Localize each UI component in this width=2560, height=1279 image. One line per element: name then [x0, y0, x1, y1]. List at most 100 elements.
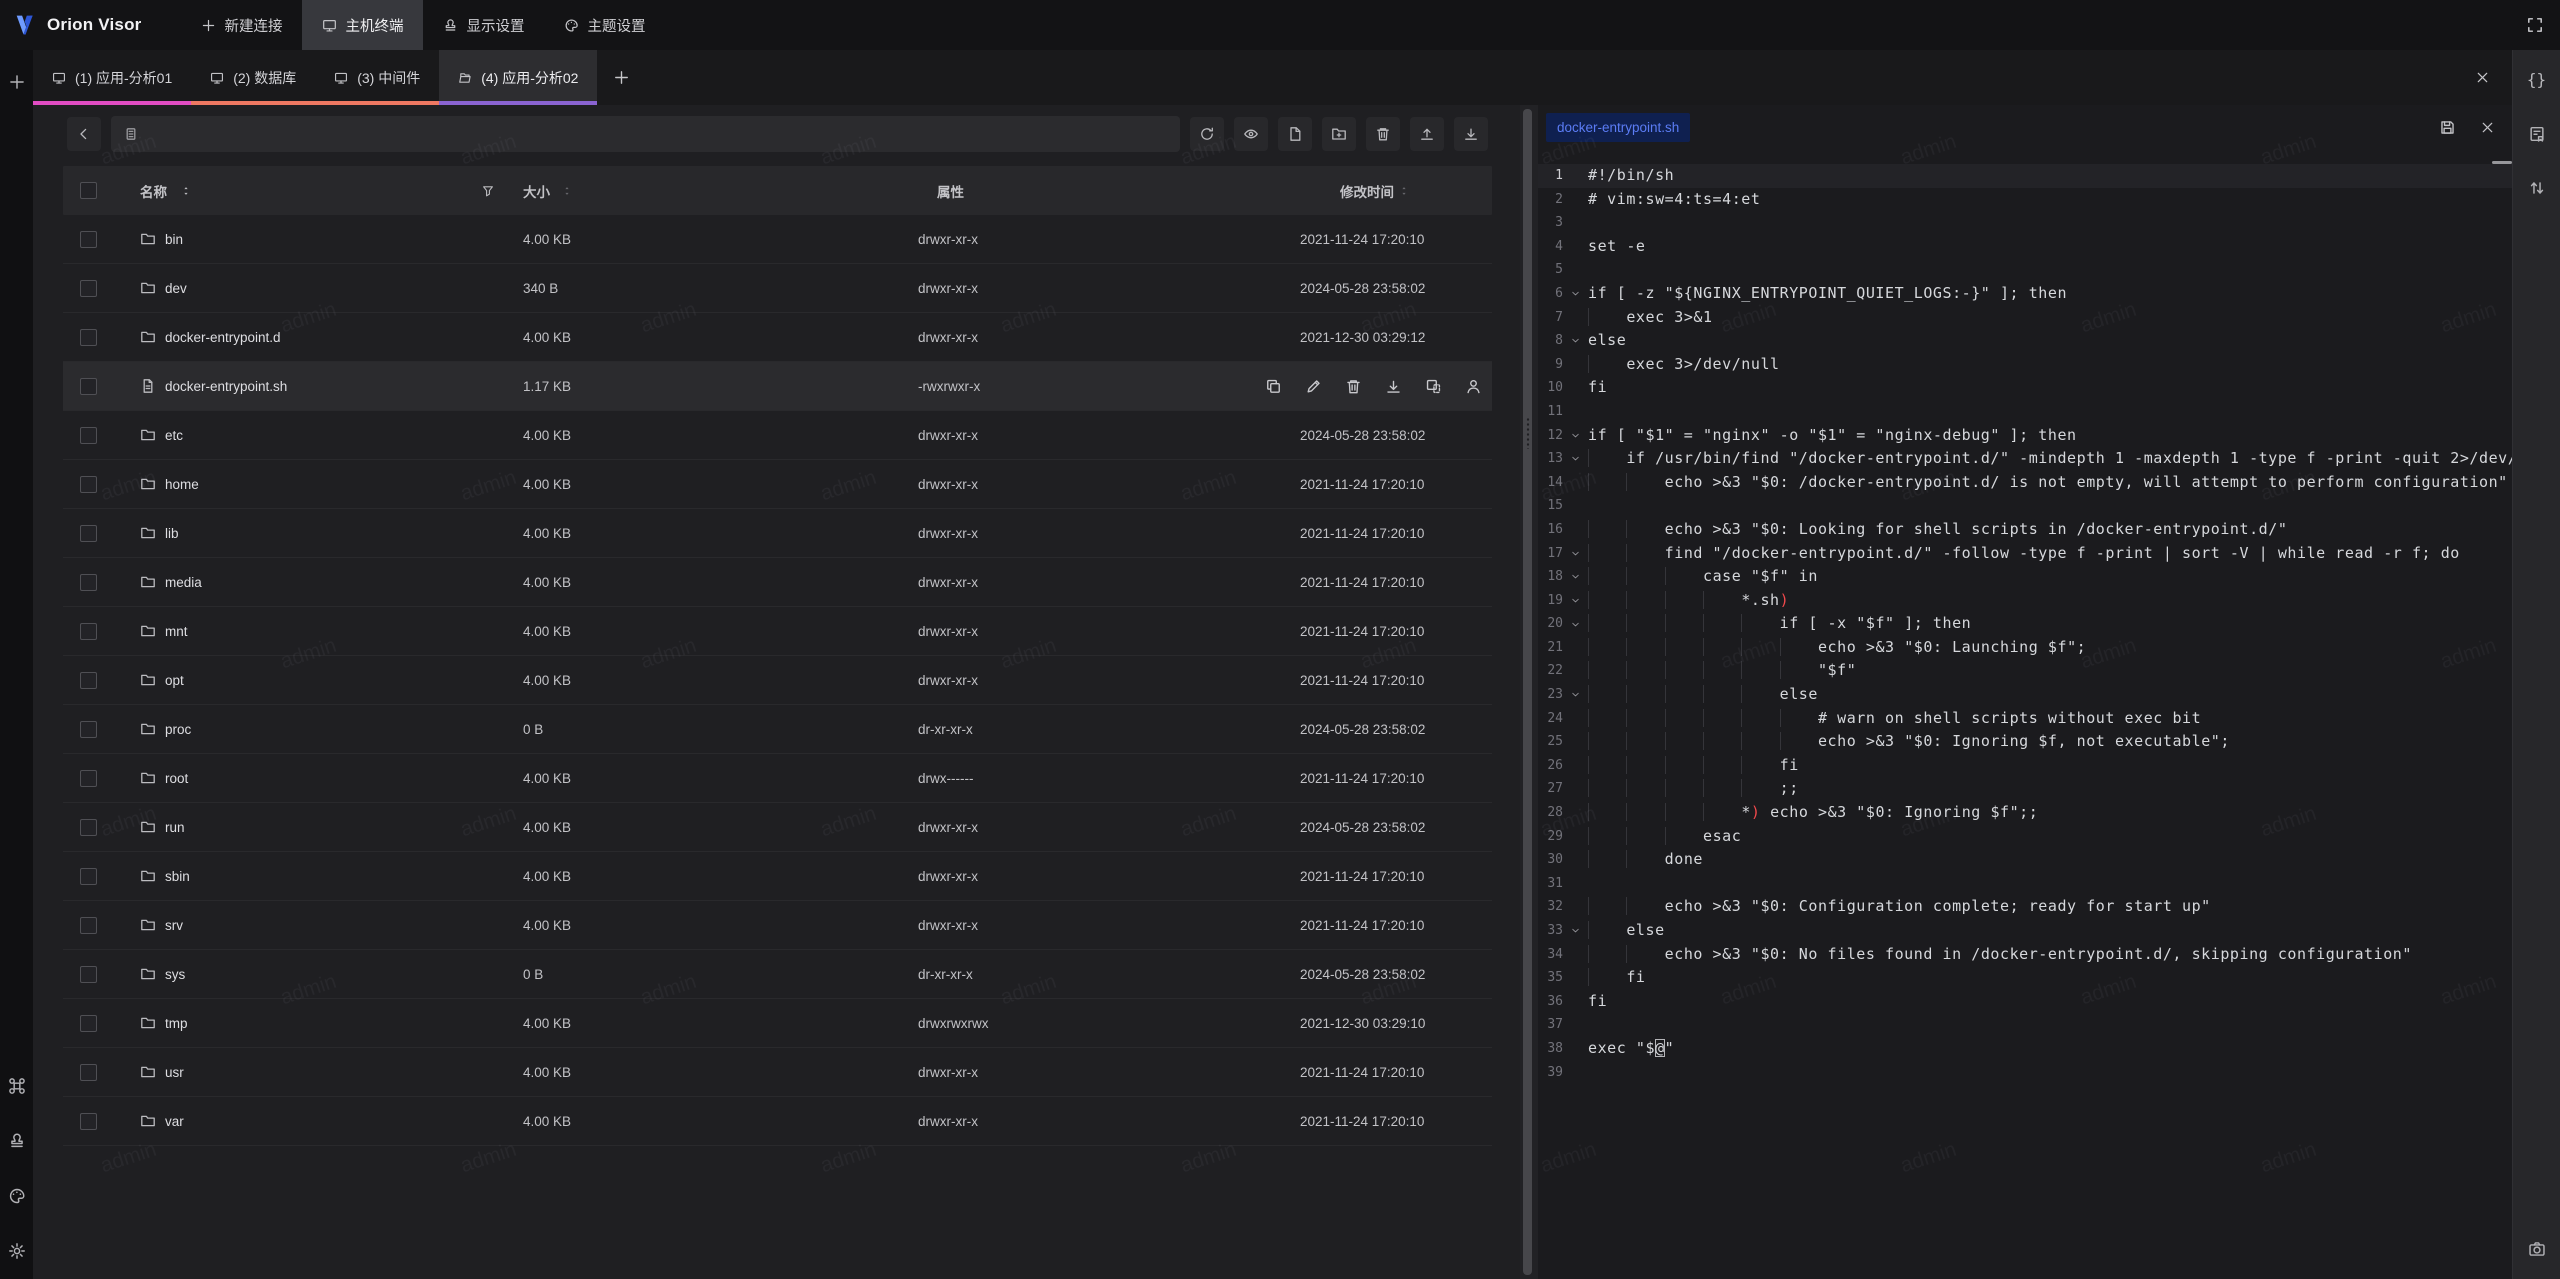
fold-chevron-icon[interactable] [1563, 589, 1588, 613]
file-name[interactable]: opt [165, 673, 184, 688]
file-name[interactable]: etc [165, 428, 183, 443]
code-line-12[interactable]: 12if [ "$1" = "nginx" -o "$1" = "nginx-d… [1538, 424, 2512, 448]
file-row-mnt[interactable]: mnt4.00 KBdrwxr-xr-x2021-11-24 17:20:10 [63, 607, 1492, 656]
file-row-run[interactable]: run4.00 KBdrwxr-xr-x2024-05-28 23:58:02 [63, 803, 1492, 852]
path-list-icon[interactable] [123, 126, 139, 142]
back-button[interactable] [67, 117, 101, 151]
panel-resizer[interactable] [1520, 105, 1538, 1279]
code-line-37[interactable]: 37 [1538, 1013, 2512, 1037]
code-line-21[interactable]: 21 echo >&3 "$0: Launching $f"; [1538, 636, 2512, 660]
file-row-media[interactable]: media4.00 KBdrwxr-xr-x2021-11-24 17:20:1… [63, 558, 1492, 607]
file-row-var[interactable]: var4.00 KBdrwxr-xr-x2021-11-24 17:20:10 [63, 1097, 1492, 1146]
editor-file-tab[interactable]: docker-entrypoint.sh [1546, 113, 1690, 142]
row-checkbox[interactable] [80, 770, 97, 787]
eye-button[interactable] [1234, 117, 1268, 151]
code-line-6[interactable]: 6if [ -z "${NGINX_ENTRYPOINT_QUIET_LOGS:… [1538, 282, 2512, 306]
code-line-36[interactable]: 36fi [1538, 990, 2512, 1014]
code-line-27[interactable]: 27 ;; [1538, 777, 2512, 801]
file-name[interactable]: docker-entrypoint.sh [165, 379, 287, 394]
file-row-sys[interactable]: sys0 Bdr-xr-xr-x2024-05-28 23:58:02 [63, 950, 1492, 999]
download-button[interactable] [1454, 117, 1488, 151]
code-line-17[interactable]: 17 find "/docker-entrypoint.d/" -follow … [1538, 542, 2512, 566]
file-row-home[interactable]: home4.00 KBdrwxr-xr-x2021-11-24 17:20:10 [63, 460, 1492, 509]
fold-chevron-icon[interactable] [1563, 424, 1588, 448]
upload-button[interactable] [1410, 117, 1444, 151]
sort-icon[interactable] [562, 186, 572, 196]
nav-item-new-connection[interactable]: 新建连接 [181, 0, 302, 50]
code-line-14[interactable]: 14 echo >&3 "$0: /docker-entrypoint.d/ i… [1538, 471, 2512, 495]
row-checkbox[interactable] [80, 231, 97, 248]
filter-icon[interactable] [481, 184, 495, 198]
code-line-8[interactable]: 8else [1538, 329, 2512, 353]
code-line-24[interactable]: 24 # warn on shell scripts without exec … [1538, 707, 2512, 731]
code-line-26[interactable]: 26 fi [1538, 754, 2512, 778]
close-panel-button[interactable] [2475, 50, 2490, 105]
path-input[interactable] [147, 126, 1168, 143]
code-line-1[interactable]: 1#!/bin/sh [1538, 164, 2512, 188]
file-row-dev[interactable]: dev340 Bdrwxr-xr-x2024-05-28 23:58:02 [63, 264, 1492, 313]
scrollbar-indicator[interactable] [2492, 161, 2512, 164]
sidebar-gear-button[interactable] [1, 1235, 33, 1267]
terminal-tab-1[interactable]: (1) 应用-分析01 [33, 50, 191, 105]
file-name[interactable]: home [165, 477, 199, 492]
code-line-10[interactable]: 10fi [1538, 376, 2512, 400]
row-action-edit-icon[interactable] [1305, 378, 1322, 395]
scrollbar-thumb[interactable] [1523, 109, 1532, 1275]
file-name[interactable]: dev [165, 281, 187, 296]
file-name[interactable]: srv [165, 918, 183, 933]
row-action-download-icon[interactable] [1385, 378, 1402, 395]
trash-button[interactable] [1366, 117, 1400, 151]
row-checkbox[interactable] [80, 329, 97, 346]
file-name[interactable]: usr [165, 1065, 184, 1080]
row-checkbox[interactable] [80, 966, 97, 983]
save-button[interactable] [2432, 113, 2462, 143]
file-name[interactable]: lib [165, 526, 179, 541]
sidebar-doc-bookmark-button[interactable] [2521, 118, 2553, 150]
sidebar-command-button[interactable] [1, 1070, 33, 1102]
code-line-38[interactable]: 38exec "$@" [1538, 1037, 2512, 1061]
file-row-root[interactable]: root4.00 KBdrwx------2021-11-24 17:20:10 [63, 754, 1492, 803]
file-row-srv[interactable]: srv4.00 KBdrwxr-xr-x2021-11-24 17:20:10 [63, 901, 1492, 950]
select-all-checkbox[interactable] [80, 182, 97, 199]
fold-chevron-icon[interactable] [1563, 282, 1588, 306]
file-row-sbin[interactable]: sbin4.00 KBdrwxr-xr-x2021-11-24 17:20:10 [63, 852, 1492, 901]
file-name[interactable]: var [165, 1114, 184, 1129]
row-action-copy-icon[interactable] [1265, 378, 1282, 395]
row-checkbox[interactable] [80, 672, 97, 689]
row-checkbox[interactable] [80, 721, 97, 738]
add-tab-button[interactable] [597, 50, 646, 105]
code-editor[interactable]: 1#!/bin/sh2# vim:sw=4:ts=4:et34set -e56i… [1538, 150, 2512, 1084]
file-row-opt[interactable]: opt4.00 KBdrwxr-xr-x2021-11-24 17:20:10 [63, 656, 1492, 705]
code-line-5[interactable]: 5 [1538, 258, 2512, 282]
fullscreen-icon[interactable] [2526, 16, 2544, 34]
file-row-usr[interactable]: usr4.00 KBdrwxr-xr-x2021-11-24 17:20:10 [63, 1048, 1492, 1097]
code-line-3[interactable]: 3 [1538, 211, 2512, 235]
row-action-trash-icon[interactable] [1345, 378, 1362, 395]
fold-chevron-icon[interactable] [1563, 919, 1588, 943]
code-line-4[interactable]: 4set -e [1538, 235, 2512, 259]
terminal-tab-3[interactable]: (3) 中间件 [315, 50, 439, 105]
file-row-docker-entrypoint.sh[interactable]: docker-entrypoint.sh1.17 KB-rwxrwxr-x [63, 362, 1492, 411]
row-checkbox[interactable] [80, 1113, 97, 1130]
folder-new-button[interactable] [1322, 117, 1356, 151]
row-action-permission-icon[interactable] [1465, 378, 1482, 395]
row-checkbox[interactable] [80, 1064, 97, 1081]
sort-icon[interactable] [1399, 186, 1409, 196]
code-line-34[interactable]: 34 echo >&3 "$0: No files found in /dock… [1538, 943, 2512, 967]
file-name[interactable]: root [165, 771, 188, 786]
file-row-etc[interactable]: etc4.00 KBdrwxr-xr-x2024-05-28 23:58:02 [63, 411, 1492, 460]
terminal-tab-4[interactable]: (4) 应用-分析02 [439, 50, 597, 105]
sidebar-camera-button[interactable] [2521, 1233, 2553, 1265]
code-line-23[interactable]: 23 else [1538, 683, 2512, 707]
code-line-29[interactable]: 29 esac [1538, 825, 2512, 849]
sidebar-swap-vertical-button[interactable] [2521, 172, 2553, 204]
fold-chevron-icon[interactable] [1563, 447, 1588, 471]
file-row-lib[interactable]: lib4.00 KBdrwxr-xr-x2021-11-24 17:20:10 [63, 509, 1492, 558]
code-line-28[interactable]: 28 *) echo >&3 "$0: Ignoring $f";; [1538, 801, 2512, 825]
code-line-9[interactable]: 9 exec 3>/dev/null [1538, 353, 2512, 377]
row-checkbox[interactable] [80, 378, 97, 395]
row-checkbox[interactable] [80, 623, 97, 640]
sidebar-stamp-button[interactable] [1, 1125, 33, 1157]
file-name[interactable]: docker-entrypoint.d [165, 330, 281, 345]
row-checkbox[interactable] [80, 427, 97, 444]
